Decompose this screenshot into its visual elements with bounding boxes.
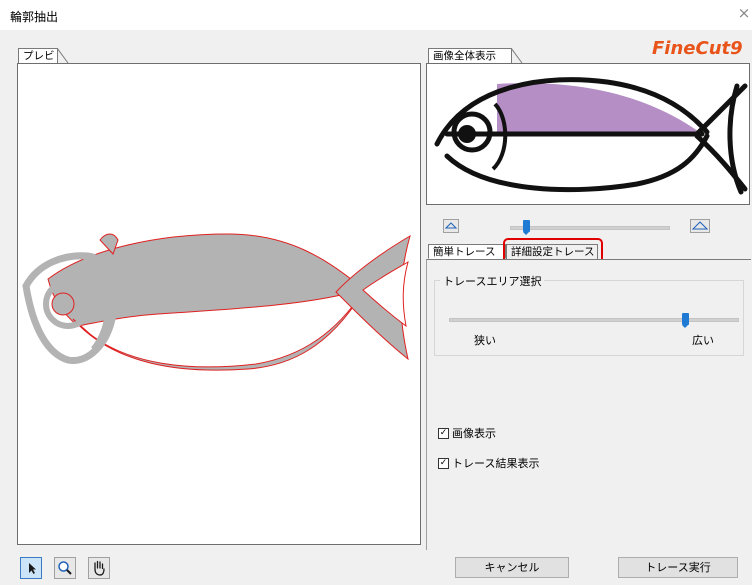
trace-panel: トレースエリア選択 狭い 広い ✓ 画像表示 ✓ トレース結果表示 — [426, 259, 751, 550]
zoom-out-button[interactable] — [443, 219, 459, 233]
trace-area-group-label: トレースエリア選択 — [440, 273, 545, 289]
cancel-button[interactable]: キャンセル — [455, 557, 569, 578]
overview-fish-image — [434, 77, 748, 195]
run-trace-button[interactable]: トレース実行 — [618, 557, 738, 578]
tab-simple-trace[interactable]: 簡単トレース — [428, 244, 506, 259]
zoom-slider-track[interactable] — [510, 226, 670, 230]
tab-preview[interactable]: プレビュー — [18, 48, 58, 77]
show-image-option[interactable]: ✓ 画像表示 — [438, 425, 496, 441]
finecut-logo-image: FineCut9 — [652, 38, 743, 59]
tab-overview-label: 画像全体表示 — [433, 50, 496, 62]
trace-area-min-label: 狭い — [474, 334, 496, 347]
pan-tool-button[interactable] — [88, 557, 110, 579]
show-image-checkbox[interactable]: ✓ — [438, 427, 449, 439]
close-icon[interactable]: × — [736, 4, 752, 22]
trace-area-slider-thumb[interactable] — [682, 313, 690, 328]
zoom-slider-thumb[interactable] — [522, 220, 530, 235]
overview-canvas — [426, 63, 750, 205]
magnifier-icon — [58, 561, 72, 575]
show-trace-option[interactable]: ✓ トレース結果表示 — [438, 455, 539, 471]
show-trace-label: トレース結果表示 — [452, 457, 540, 470]
window-title: 輪郭抽出 — [10, 10, 59, 24]
trace-area-slider-track[interactable] — [449, 318, 739, 322]
hand-icon — [94, 560, 105, 576]
title-bar: 輪郭抽出 × — [0, 0, 752, 30]
zoom-tool-button[interactable] — [54, 557, 76, 579]
select-tool-button[interactable] — [20, 557, 42, 579]
preview-canvas[interactable] — [17, 63, 421, 545]
select-arrow-icon — [29, 563, 36, 574]
show-image-label: 画像表示 — [452, 427, 496, 440]
trace-area-max-label: 広い — [692, 334, 714, 347]
show-trace-checkbox[interactable]: ✓ — [438, 457, 449, 469]
zoom-in-button[interactable] — [690, 219, 710, 233]
preview-fish-image — [22, 233, 411, 371]
tab-preview-slant — [57, 48, 69, 64]
tab-overview-slant — [511, 48, 523, 64]
svg-text:FineCut9: FineCut9 — [652, 38, 743, 58]
zoom-out-icon — [444, 222, 458, 229]
tab-overview[interactable]: 画像全体表示 — [428, 48, 512, 63]
zoom-in-icon — [691, 221, 709, 230]
brand-logo: FineCut9 — [652, 36, 748, 59]
tab-simple-trace-label: 簡単トレース — [433, 246, 496, 258]
